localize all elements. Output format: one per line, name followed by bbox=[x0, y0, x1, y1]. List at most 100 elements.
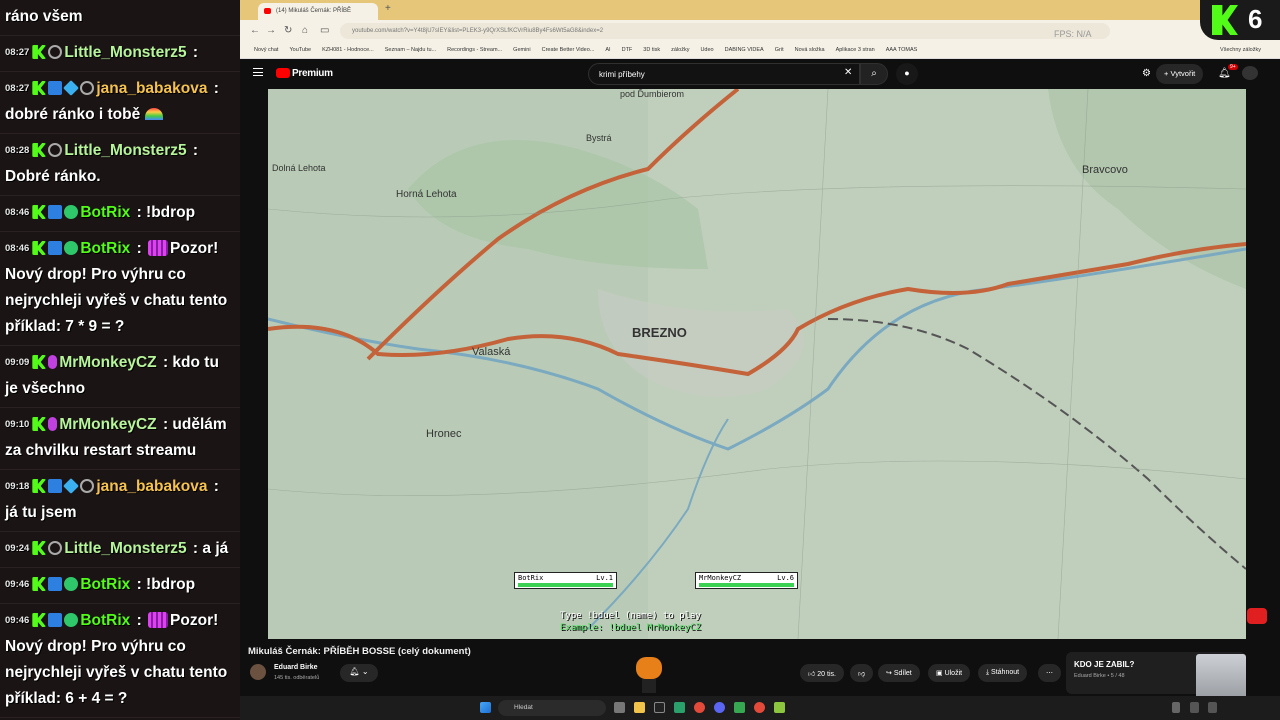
next-video-card[interactable]: KDO JE ZABIL? Eduard Birke • 5 / 48 bbox=[1066, 652, 1246, 712]
share-button[interactable]: ↪ Sdílet bbox=[878, 664, 920, 682]
duel-player2-card: MrMonkeyCZ Lv.6 bbox=[695, 572, 798, 589]
start-icon[interactable] bbox=[480, 702, 491, 713]
back-icon[interactable]: ← bbox=[250, 25, 260, 36]
k-badge-icon bbox=[32, 613, 47, 627]
bookmark-item[interactable]: Nový chat bbox=[254, 47, 278, 53]
chat-message: 08:27 jana_babakova : dobré ránko i tobě bbox=[0, 72, 240, 134]
bookmark-item[interactable]: Grit bbox=[775, 47, 784, 53]
home-icon[interactable]: ⌂ bbox=[302, 25, 308, 36]
video-player[interactable]: BREZNO Valaská Hronec Horná Lehota Dolná… bbox=[268, 89, 1246, 639]
bookmark-item[interactable]: Nová složka bbox=[795, 47, 825, 53]
blue-badge-icon bbox=[48, 205, 63, 219]
bookmark-item[interactable]: DTF bbox=[622, 47, 633, 53]
k-badge-icon bbox=[32, 417, 47, 431]
sidebar-icon[interactable]: ▭ bbox=[320, 25, 329, 36]
chat-text: Dobré ránko. bbox=[5, 168, 101, 185]
chrome-profile-icon[interactable] bbox=[754, 702, 765, 713]
k-badge-icon bbox=[32, 479, 47, 493]
tiktok-icon[interactable] bbox=[654, 702, 665, 713]
ring-badge-icon bbox=[80, 479, 95, 493]
tab-youtube[interactable]: (14) Mikuláš Černák: PŘÍBĚ bbox=[258, 3, 378, 20]
task-view-icon[interactable] bbox=[614, 702, 625, 713]
chat-username[interactable]: BotRix bbox=[80, 576, 130, 593]
chat-timestamp: 09:46 bbox=[5, 615, 30, 626]
pumpkin-mascot bbox=[634, 655, 664, 695]
xbox-icon[interactable] bbox=[674, 702, 685, 713]
ring-badge-icon bbox=[48, 45, 63, 59]
bookmark-item[interactable]: 3D tisk bbox=[643, 47, 660, 53]
chat-username[interactable]: MrMonkeyCZ bbox=[59, 416, 156, 433]
taskbar-search-input[interactable]: Hledat bbox=[498, 700, 606, 716]
tray-chevron-icon[interactable] bbox=[1172, 702, 1180, 713]
voice-search-button[interactable]: ● bbox=[896, 63, 918, 85]
address-bar[interactable]: youtube.com/watch?v=Y4t8jU7sIEY&list=PLE… bbox=[340, 23, 1110, 39]
forward-icon[interactable]: → bbox=[266, 25, 276, 36]
chat-username[interactable]: BotRix bbox=[80, 612, 130, 629]
bookmark-item[interactable]: AI bbox=[605, 47, 610, 53]
check-badge-icon bbox=[64, 613, 79, 627]
bookmark-item[interactable]: YouTube bbox=[289, 47, 311, 53]
cast-icon[interactable]: ⚙ bbox=[1142, 68, 1151, 79]
chat-message: 09:09 MrMonkeyCZ : kdo tu je všechno bbox=[0, 346, 240, 408]
ring-badge-icon bbox=[80, 81, 95, 95]
chat-username[interactable]: BotRix bbox=[80, 240, 130, 257]
chat-username[interactable]: MrMonkeyCZ bbox=[59, 354, 156, 371]
search-icon: ⌕ bbox=[871, 68, 877, 79]
avatar[interactable] bbox=[1242, 66, 1258, 80]
bookmark-item[interactable]: Seznam – Najdu tu... bbox=[385, 47, 436, 53]
like-button[interactable]: 👍︎ 20 tis. bbox=[800, 664, 844, 682]
bookmark-item[interactable]: Recordings - Stream... bbox=[447, 47, 502, 53]
chat-username[interactable]: BotRix bbox=[80, 204, 130, 221]
browser-window: (14) Mikuláš Černák: PŘÍBĚ + ← → ↻ ⌂ ▭ y… bbox=[240, 0, 1280, 720]
all-bookmarks[interactable]: Všechny záložky bbox=[1220, 47, 1261, 53]
chat-username[interactable]: Little_Monsterz5 bbox=[64, 44, 186, 61]
bookmark-item[interactable]: Gemini bbox=[513, 47, 530, 53]
channel-name[interactable]: Eduard Birke bbox=[274, 664, 318, 671]
bookmark-item[interactable]: Udeo bbox=[700, 47, 713, 53]
file-explorer-icon[interactable] bbox=[634, 702, 645, 713]
chat-username[interactable]: Little_Monsterz5 bbox=[64, 142, 186, 159]
bookmark-item[interactable]: DABING VIDEA bbox=[725, 47, 764, 53]
chat-text: já tu jsem bbox=[5, 504, 77, 521]
menu-icon[interactable] bbox=[253, 68, 263, 76]
video-title: Mikuláš Černák: PŘÍBĚH BOSSE (celý dokum… bbox=[248, 646, 471, 657]
reload-icon[interactable]: ↻ bbox=[284, 25, 292, 36]
chat-message: 08:46 BotRix : !bdrop bbox=[0, 196, 240, 232]
bookmark-item[interactable]: záložky bbox=[671, 47, 689, 53]
k-badge-icon bbox=[32, 143, 47, 157]
subscribed-bell-button[interactable]: 🔔︎ ⌄ bbox=[340, 664, 378, 682]
chat-username[interactable]: Little_Monsterz5 bbox=[64, 540, 186, 557]
bookmark-item[interactable]: Aplikace 3 stran bbox=[836, 47, 875, 53]
bookmark-item[interactable]: Create Better Video... bbox=[542, 47, 595, 53]
check-badge-icon bbox=[64, 205, 79, 219]
download-button[interactable]: ⤓ Stáhnout bbox=[978, 664, 1028, 682]
media-player-icon[interactable] bbox=[774, 702, 785, 713]
create-button[interactable]: + Vytvořit bbox=[1156, 64, 1204, 84]
channel-avatar[interactable] bbox=[250, 664, 266, 680]
save-button[interactable]: ▣ Uložit bbox=[928, 664, 971, 682]
duel-player2-hpfill bbox=[699, 583, 794, 587]
screen-root: ráno všem 08:27 Little_Monsterz5 : 08:27 ja… bbox=[0, 0, 1280, 720]
search-button[interactable]: ⌕ bbox=[860, 63, 888, 85]
map-label-horna-lehota: Horná Lehota bbox=[396, 189, 457, 200]
dislike-button[interactable]: 👎︎ bbox=[850, 664, 874, 682]
more-actions-button[interactable]: ⋯ bbox=[1038, 664, 1061, 682]
chat-username[interactable]: jana_babakova bbox=[96, 80, 207, 97]
discord-icon[interactable] bbox=[714, 702, 725, 713]
network-icon[interactable] bbox=[1190, 702, 1199, 713]
bookmark-item[interactable]: AAA TOMAS bbox=[886, 47, 918, 53]
chrome-icon[interactable] bbox=[694, 702, 705, 713]
chat-text: a já bbox=[202, 540, 229, 557]
bookmark-item[interactable]: KZH081 - Hodnoce... bbox=[322, 47, 374, 53]
chat-username[interactable]: jana_babakova bbox=[96, 478, 207, 495]
search-input[interactable]: krimi příbehy bbox=[588, 63, 860, 85]
kick-logo-icon bbox=[1212, 5, 1238, 35]
volume-icon[interactable] bbox=[1208, 702, 1217, 713]
clear-search-icon[interactable]: ✕ bbox=[844, 67, 852, 78]
youtube-brand[interactable]: Premium bbox=[292, 68, 333, 79]
k-badge-icon bbox=[32, 541, 47, 555]
new-tab-icon[interactable]: + bbox=[385, 3, 391, 14]
youtube-logo-icon[interactable] bbox=[276, 68, 290, 78]
obs-icon[interactable] bbox=[734, 702, 745, 713]
notifications-badge: 9+ bbox=[1228, 64, 1238, 70]
